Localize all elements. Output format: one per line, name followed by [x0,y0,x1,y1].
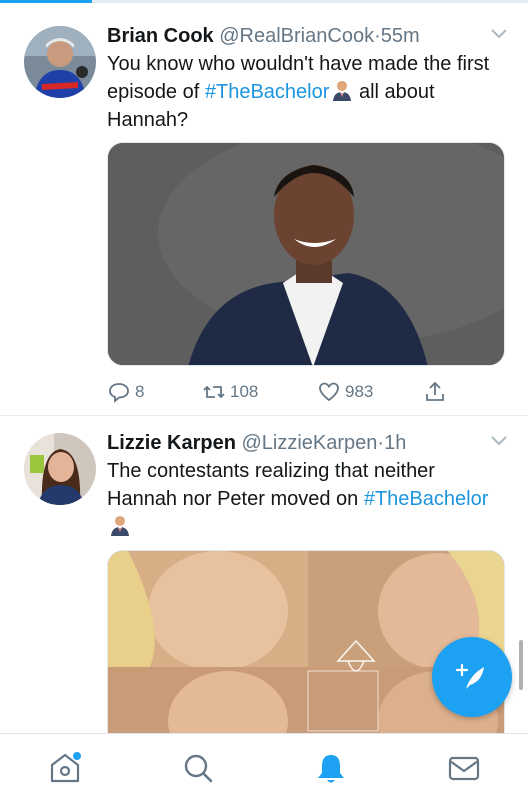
tab-messages[interactable] [446,750,482,786]
display-name[interactable]: Brian Cook [107,25,214,47]
reply-button[interactable]: 8 [107,378,144,406]
tab-notifications[interactable] [313,750,349,786]
tab-home[interactable] [47,750,83,786]
chevron-down-icon[interactable] [490,28,508,40]
reply-count: 8 [135,382,145,401]
tweet-media-image[interactable] [107,550,505,737]
heart-icon [319,382,339,402]
hashtag-link[interactable]: #TheBachelor [364,488,489,510]
compose-tweet-button[interactable] [432,637,512,717]
timestamp: 1h [384,432,407,454]
active-tab-indicator [0,0,92,3]
messages-icon [448,756,480,781]
avatar[interactable] [24,26,96,98]
tweet-text: You know who wouldn't have made the firs… [107,50,507,134]
avatar[interactable] [24,433,96,505]
scrollbar[interactable] [519,640,523,690]
retweet-count: 108 [230,382,259,401]
tweet-text: The contestants realizing that neither H… [107,457,507,541]
bachelor-emoji-icon [333,81,352,101]
chevron-down-icon[interactable] [490,435,508,447]
home-icon [50,752,81,783]
tweet-actions: 8 108 983 [107,378,507,406]
search-icon [184,754,213,783]
notifications-icon [318,755,344,783]
user-handle[interactable]: @LizzieKarpen [241,432,377,454]
top-tab-indicator [0,0,528,3]
reply-icon [109,383,129,403]
tweet-header: Brian Cook @RealBrianCook·55m [107,22,488,50]
tweet-media-image[interactable] [107,142,505,366]
separator-dot: · [374,25,381,47]
display-name[interactable]: Lizzie Karpen [107,432,236,454]
share-button[interactable] [423,378,451,406]
bachelor-emoji-icon [111,516,129,536]
hashtag-link[interactable]: #TheBachelor [205,81,330,103]
compose-tweet-icon [455,663,484,689]
user-handle[interactable]: @RealBrianCook [219,25,374,47]
bottom-tab-bar [0,733,528,801]
timestamp: 55m [380,25,420,47]
retweet-icon [203,385,225,399]
like-count: 983 [345,382,374,401]
share-icon [426,381,444,401]
tweet-header: Lizzie Karpen @LizzieKarpen·1h [107,429,488,457]
retweet-button[interactable]: 108 [202,378,258,406]
like-button[interactable]: 983 [317,378,373,406]
tweet[interactable]: Brian Cook @RealBrianCook·55m You know w… [0,10,528,416]
tab-search[interactable] [180,750,216,786]
